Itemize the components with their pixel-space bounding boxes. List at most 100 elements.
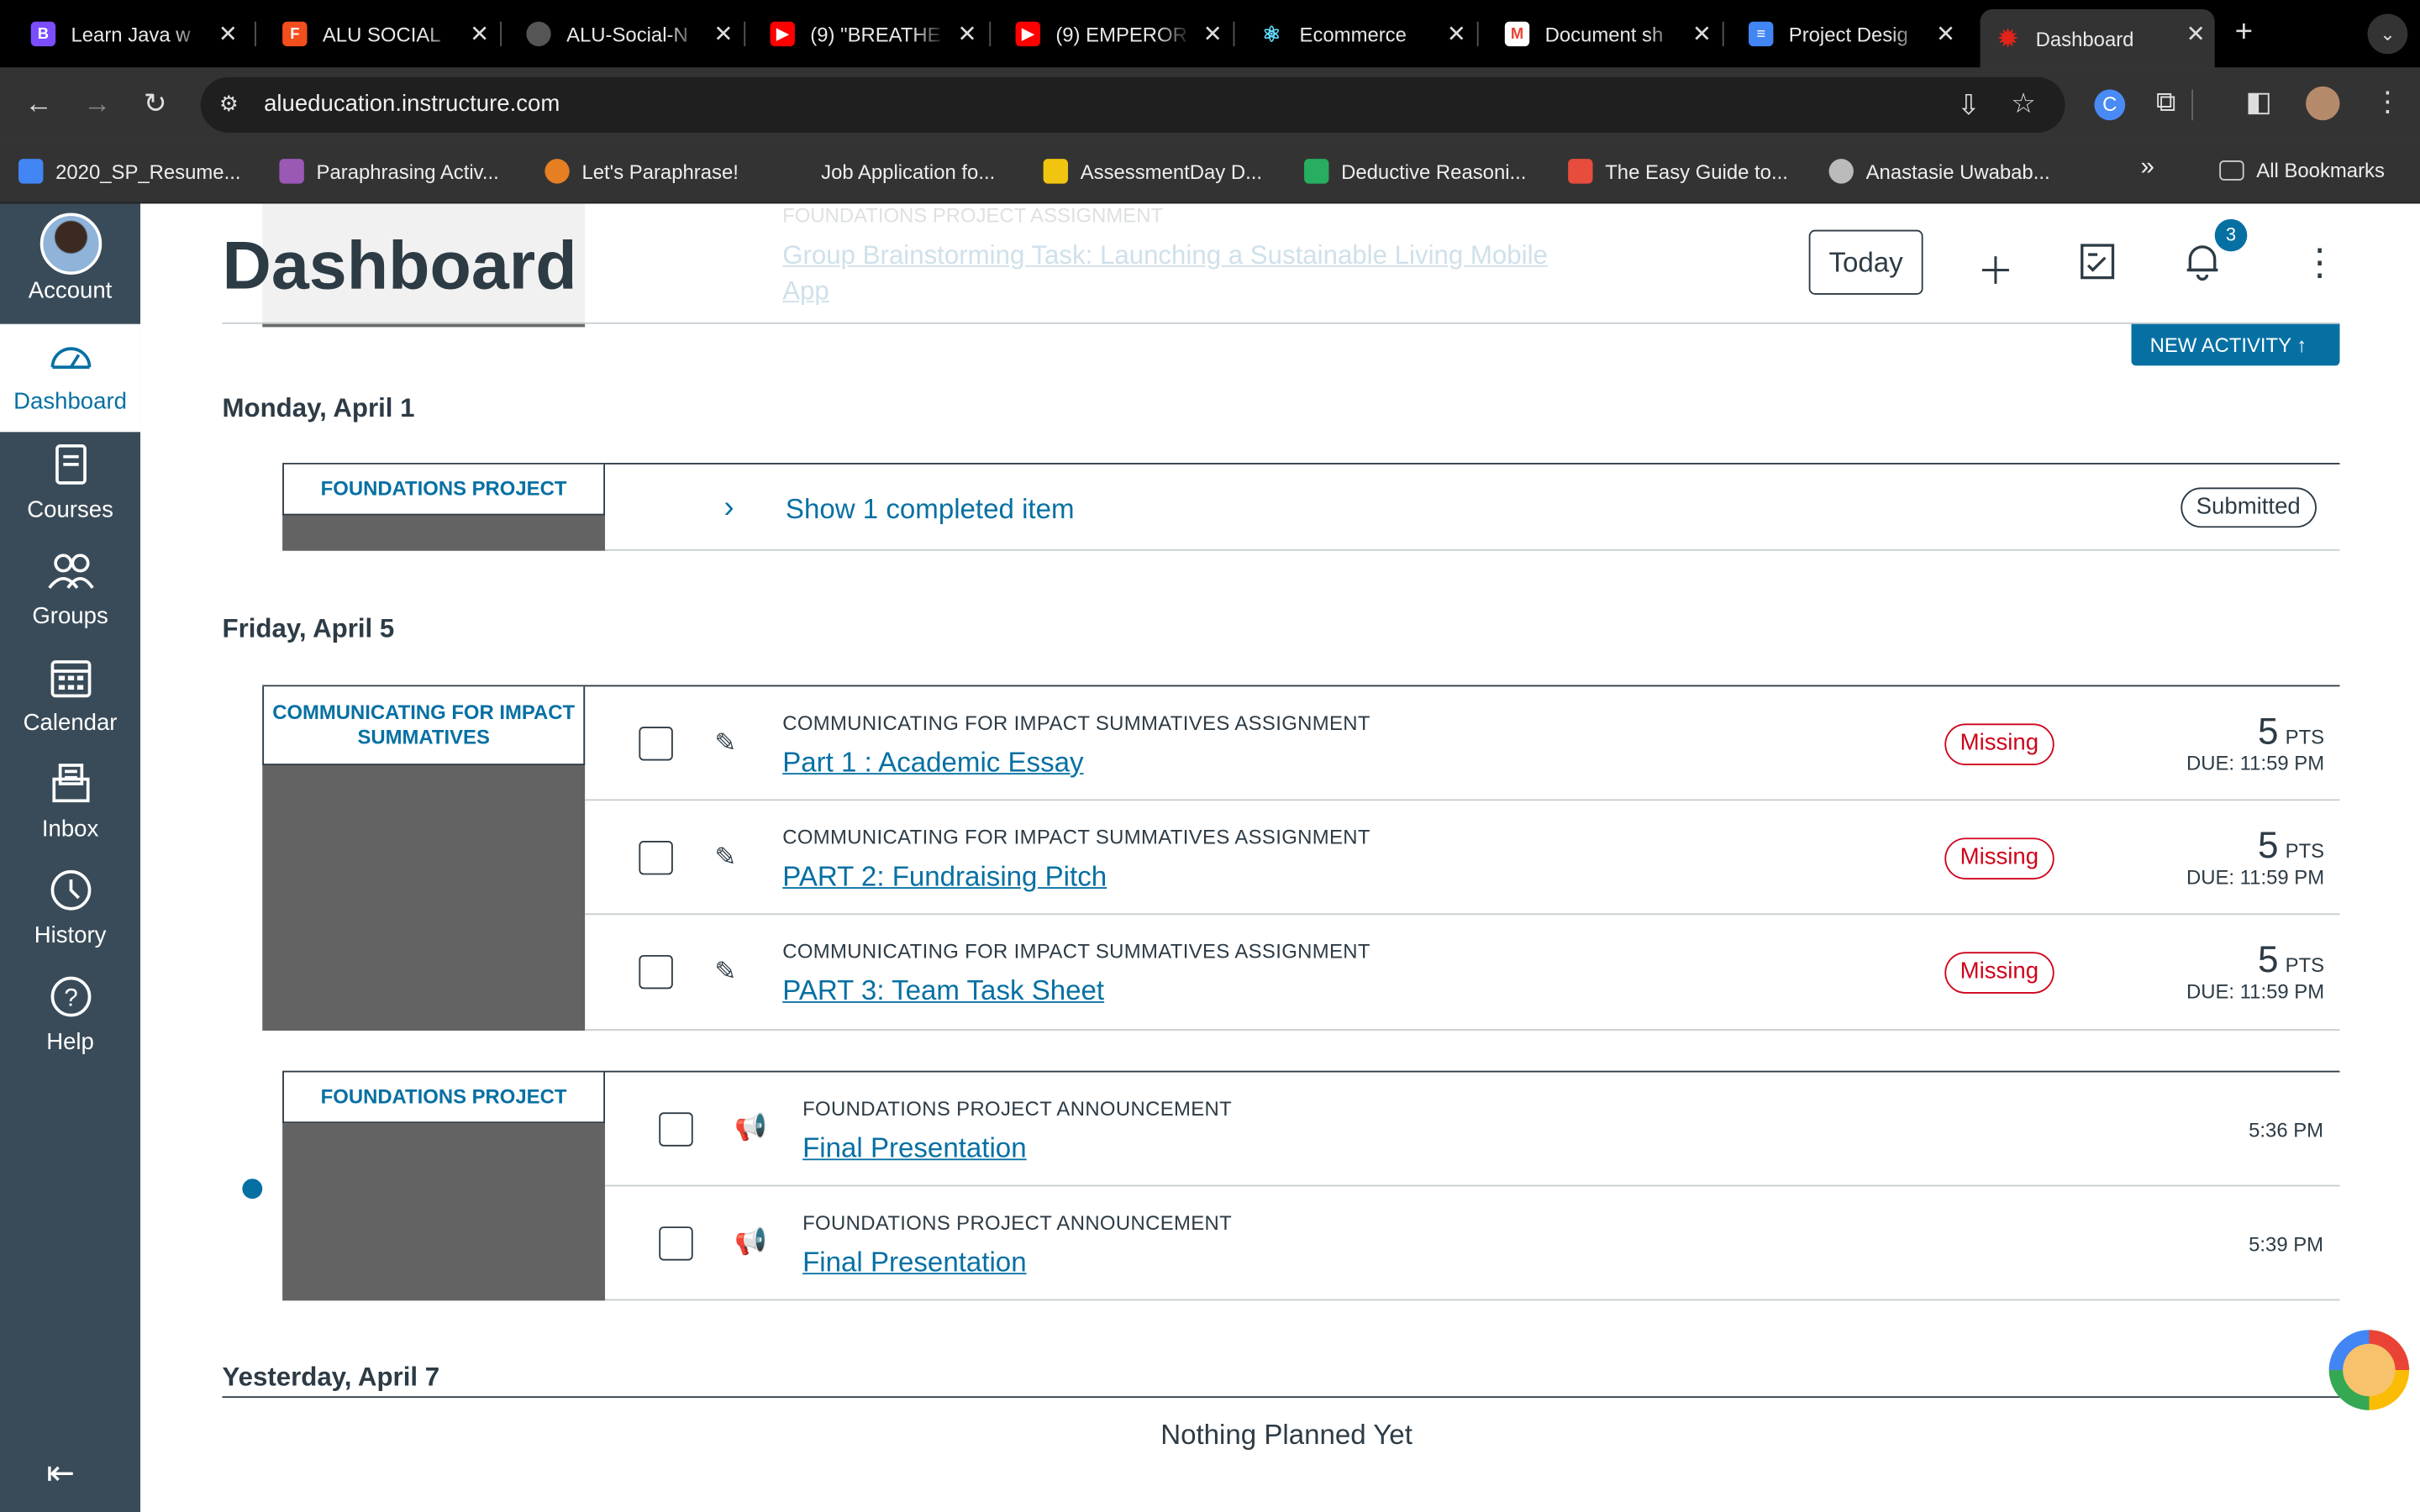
tab-title: Document sh: [1544, 22, 1664, 46]
today-button[interactable]: Today: [1808, 229, 1923, 295]
nav-help[interactable]: ? Help: [0, 964, 140, 1069]
url-text[interactable]: alueducation.instructure.com: [264, 91, 560, 117]
bookmark-star-icon[interactable]: ☆: [2011, 88, 2036, 121]
points-value: 5: [2257, 711, 2279, 753]
extensions-icon[interactable]: ⧉: [2156, 87, 2176, 119]
collapse-nav-icon[interactable]: ⇤: [46, 1453, 75, 1494]
browser-tab[interactable]: M Document sh ✕: [1474, 9, 1721, 59]
browser-tab[interactable]: ⚛ Ecommerce ✕: [1228, 9, 1476, 59]
reload-icon[interactable]: ↻: [144, 88, 167, 121]
browser-menu-icon[interactable]: ⋮: [2374, 87, 2402, 119]
scrolled-item-title[interactable]: Group Brainstorming Task: Launching a Su…: [782, 238, 1585, 308]
nav-inbox-label: Inbox: [41, 816, 99, 843]
bookmark-item[interactable]: Anastasie Uwabab...: [1828, 159, 2050, 184]
all-bookmarks-button[interactable]: All Bookmarks: [2219, 159, 2385, 182]
close-tab-icon[interactable]: ✕: [1447, 20, 1466, 48]
complete-checkbox[interactable]: [659, 1112, 693, 1147]
grades-icon[interactable]: [2079, 241, 2116, 292]
bookmark-label: The Easy Guide to...: [1605, 160, 1788, 183]
nav-account[interactable]: Account: [0, 203, 140, 323]
new-tab-icon[interactable]: +: [2235, 15, 2253, 50]
assignment-title-link[interactable]: PART 2: Fundraising Pitch: [782, 861, 1107, 894]
browser-tab[interactable]: ≡ Project Desig ✕: [1718, 9, 1965, 59]
bookmark-item[interactable]: Let's Paraphrase!: [544, 159, 739, 184]
tab-search-icon[interactable]: ⌄: [2367, 13, 2408, 55]
close-tab-icon[interactable]: ✕: [713, 20, 733, 48]
install-app-icon[interactable]: ⇩: [1957, 90, 1981, 123]
item-type-label: COMMUNICATING FOR IMPACT SUMMATIVES ASSI…: [782, 939, 1370, 963]
assignment-title-link[interactable]: Part 1 : Academic Essay: [782, 747, 1083, 780]
posted-time: 5:39 PM: [2249, 1232, 2324, 1257]
submitted-badge: Submitted: [2181, 487, 2317, 528]
due-time: DUE: 11:59 PM: [2186, 865, 2325, 889]
nav-calendar[interactable]: Calendar: [0, 645, 140, 750]
side-panel-icon[interactable]: ◧: [2245, 87, 2271, 119]
address-bar[interactable]: ⚙ alueducation.instructure.com ⇩ ☆: [200, 76, 2065, 133]
announcement-megaphone-icon: 📢: [734, 1112, 768, 1142]
bookmark-item[interactable]: Job Application fo...: [784, 159, 996, 184]
bookmark-item[interactable]: AssessmentDay D...: [1043, 159, 1262, 184]
bookmark-item[interactable]: Deductive Reasoni...: [1304, 159, 1526, 184]
browser-tab[interactable]: B Learn Java w ✕: [0, 9, 247, 59]
nav-groups[interactable]: Groups: [0, 538, 140, 643]
profile-avatar[interactable]: [2306, 86, 2340, 121]
nav-dashboard[interactable]: Dashboard: [0, 323, 141, 433]
complete-checkbox[interactable]: [639, 841, 673, 875]
close-tab-icon[interactable]: ✕: [1692, 20, 1712, 48]
complete-checkbox[interactable]: [639, 727, 673, 761]
browser-tab[interactable]: F ALU SOCIAL ✕: [251, 9, 498, 59]
bookmark-item[interactable]: 2020_SP_Resume...: [18, 159, 240, 184]
grammarly-extension-icon[interactable]: C: [2094, 89, 2126, 121]
browser-tab[interactable]: ▶ (9) "BREATHE ✕: [739, 9, 986, 59]
close-tab-icon[interactable]: ✕: [470, 20, 489, 48]
nav-inbox[interactable]: Inbox: [0, 751, 140, 856]
site-info-icon[interactable]: ⚙: [219, 91, 239, 117]
add-todo-icon[interactable]: ＋: [1977, 241, 2014, 295]
toolbar-divider: [2191, 89, 2194, 121]
announcement-title-link[interactable]: Final Presentation: [802, 1247, 1026, 1279]
react-favicon-icon: ⚛: [1259, 21, 1285, 47]
browser-tab[interactable]: ▶ (9) EMPEROR ✕: [985, 9, 1232, 59]
course-card[interactable]: FOUNDATIONS PROJECT: [282, 1072, 606, 1301]
show-completed-link[interactable]: Show 1 completed item: [786, 494, 1075, 527]
assistant-extension-icon[interactable]: [2328, 1330, 2410, 1410]
browser-tab-active[interactable]: ✹ Dashboard ✕: [1980, 9, 2215, 68]
notifications-bell-icon[interactable]: [2184, 241, 2221, 292]
bookmark-item[interactable]: Paraphrasing Activ...: [279, 159, 499, 184]
planner-item: 📢 FOUNDATIONS PROJECT ANNOUNCEMENT Final…: [605, 1073, 2340, 1187]
course-name[interactable]: COMMUNICATING FOR IMPACT SUMMATIVES: [262, 686, 586, 766]
announcement-title-link[interactable]: Final Presentation: [802, 1132, 1026, 1165]
browser-tab[interactable]: ALU-Social-N ✕: [496, 9, 743, 59]
forward-icon[interactable]: →: [83, 88, 111, 121]
bookmark-item[interactable]: The Easy Guide to...: [1568, 159, 1788, 184]
chevron-right-icon[interactable]: ›: [723, 491, 734, 526]
globe-icon: [1828, 159, 1854, 184]
complete-checkbox[interactable]: [659, 1226, 693, 1261]
assignment-icon: ✎: [714, 727, 737, 758]
assignment-title-link[interactable]: PART 3: Team Task Sheet: [782, 975, 1104, 1008]
close-tab-icon[interactable]: ✕: [2186, 20, 2206, 48]
day-divider: [222, 1396, 2340, 1399]
nav-courses[interactable]: Courses: [0, 432, 140, 537]
more-options-icon[interactable]: ⋮: [2302, 241, 2338, 286]
more-bookmarks-icon[interactable]: »: [2141, 155, 2154, 182]
bookmark-label: Job Application fo...: [821, 160, 996, 183]
course-card[interactable]: COMMUNICATING FOR IMPACT SUMMATIVES: [262, 686, 586, 1031]
global-nav: Account Dashboard Courses Groups Calenda…: [0, 203, 141, 1512]
nav-help-label: Help: [46, 1029, 94, 1056]
gmail-favicon-icon: M: [1504, 21, 1530, 47]
bookmark-label: Let's Paraphrase!: [581, 160, 739, 183]
header-divider: [222, 322, 2340, 324]
complete-checkbox[interactable]: [639, 954, 673, 990]
back-icon[interactable]: ←: [24, 88, 52, 121]
close-tab-icon[interactable]: ✕: [958, 20, 977, 48]
course-name[interactable]: FOUNDATIONS PROJECT: [282, 464, 606, 516]
close-tab-icon[interactable]: ✕: [1936, 20, 1955, 48]
course-name[interactable]: FOUNDATIONS PROJECT: [282, 1072, 606, 1124]
close-tab-icon[interactable]: ✕: [218, 20, 238, 48]
nav-history[interactable]: History: [0, 858, 140, 963]
docs-bookmark-icon: [18, 159, 44, 184]
course-card[interactable]: FOUNDATIONS PROJECT: [282, 464, 606, 551]
close-tab-icon[interactable]: ✕: [1203, 20, 1223, 48]
new-activity-button[interactable]: NEW ACTIVITY ↑: [2131, 323, 2340, 366]
